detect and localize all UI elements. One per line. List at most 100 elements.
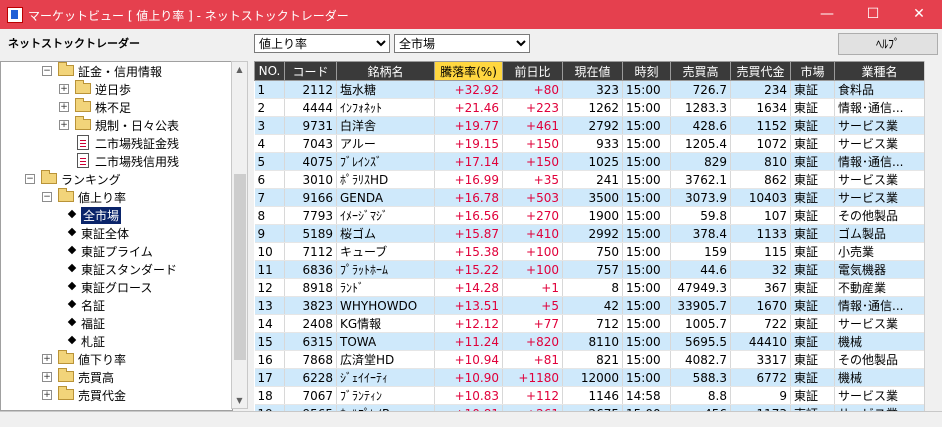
table-cell: 18 — [254, 386, 285, 405]
table-row[interactable]: 11 6836 ﾌﾟﾗｯﾄﾎｰﾑ +15.22 +100 757 15:00 44.6 32 東証… — [254, 260, 924, 279]
column-header[interactable]: 時刻 — [622, 61, 671, 81]
table-row[interactable]: 2 4444 ｲﾝﾌｫﾈｯﾄ +21.46 +223 1262 15:00 1283.3 163… — [254, 98, 924, 117]
tree-item[interactable]: 全市場 — [1, 206, 232, 224]
tree-item[interactable]: 東証全体 — [1, 224, 232, 242]
column-header[interactable]: 銘柄名 — [336, 61, 435, 81]
tree-item[interactable]: 東証グロース — [1, 278, 232, 296]
table-cell: 東証 — [790, 188, 835, 207]
table-cell: 367 — [730, 278, 791, 297]
table-row[interactable]: 1 2112 塩水糖 +32.92 +80 323 15:00 726.7 234 東証 食料品 — [254, 80, 924, 99]
table-cell: +10.94 — [434, 350, 503, 369]
tree-item[interactable]: + 株不足 — [1, 98, 232, 116]
table-row[interactable]: 14 2408 KG情報 +12.12 +77 712 15:00 1005.7 722 東証 サー… — [254, 314, 924, 333]
table-row[interactable]: 9 5189 桜ゴム +15.87 +410 2992 15:00 378.4 1133 東証 ゴム… — [254, 224, 924, 243]
tree-scrollbar[interactable]: ▲ ▼ — [231, 61, 248, 409]
column-header[interactable]: 業種名 — [834, 61, 924, 81]
table-cell: サービス業 — [834, 188, 924, 207]
tree-item[interactable]: 札証 — [1, 332, 232, 350]
expand-icon[interactable]: + — [59, 102, 69, 112]
tree-item-label: 東証プライム — [81, 245, 153, 259]
table-row[interactable]: 10 7112 キューブ +15.38 +100 750 15:00 159 115 東証 小売業 — [254, 242, 924, 261]
column-header[interactable]: 騰落率(%) — [434, 61, 503, 81]
table-row[interactable]: 12 8918 ﾗﾝﾄﾞ +14.28 +1 8 15:00 47949.3 367 東証 不動産業 — [254, 278, 924, 297]
tree-item[interactable]: + 規制・日々公表 — [1, 116, 232, 134]
table-cell: ﾗﾝﾄﾞ — [336, 278, 435, 297]
table-row[interactable]: 8 7793 ｲﾒｰｼﾞﾏｼﾞ +16.56 +270 1900 15:00 59.8 107 東… — [254, 206, 924, 225]
table-cell: 821 — [562, 350, 623, 369]
column-header[interactable]: 売買高 — [670, 61, 731, 81]
table-cell: 9 — [730, 386, 791, 405]
table-cell: 15:00 — [622, 206, 671, 225]
collapse-icon[interactable]: − — [25, 174, 35, 184]
tree-item[interactable]: + 売買代金 — [1, 386, 232, 404]
column-header[interactable]: 売買代金 — [730, 61, 791, 81]
tree-item[interactable]: 東証プライム — [1, 242, 232, 260]
column-header[interactable]: 前日比 — [502, 61, 563, 81]
table-cell: 933 — [562, 134, 623, 153]
expand-icon[interactable]: + — [59, 84, 69, 94]
tree-item[interactable]: 二市場残信用残 — [1, 152, 232, 170]
scroll-up-icon[interactable]: ▲ — [232, 62, 247, 77]
table-row[interactable]: 13 3823 WHYHOWDO +13.51 +5 42 15:00 33905.7 1670… — [254, 296, 924, 315]
table-row[interactable]: 15 6315 TOWA +11.24 +820 8110 15:00 5695.5 44410… — [254, 332, 924, 351]
table-row[interactable]: 5 4075 ﾌﾞﾚｲﾝｽﾞ +17.14 +150 1025 15:00 829 810 東証情… — [254, 152, 924, 171]
table-cell: 1900 — [562, 206, 623, 225]
table-row[interactable]: 16 7868 広済堂HD +10.94 +81 821 15:00 4082.7 3317 東証… — [254, 350, 924, 369]
tree-item[interactable]: − 値上り率 — [1, 188, 232, 206]
help-button[interactable]: ﾍﾙﾌﾟ — [838, 33, 938, 55]
tree-item[interactable]: + 売買高 — [1, 368, 232, 386]
column-header[interactable]: NO. — [254, 61, 285, 81]
table-cell: +10.83 — [434, 386, 503, 405]
tree-item[interactable]: − ランキング — [1, 170, 232, 188]
tree-item-label: 名証 — [81, 299, 106, 313]
tree-item[interactable]: 東証スタンダード — [1, 260, 232, 278]
ranking-type-select[interactable]: 値上り率 — [254, 34, 390, 53]
expand-icon[interactable]: + — [42, 354, 52, 364]
table-cell: 1005.7 — [670, 314, 731, 333]
collapse-icon[interactable]: − — [42, 192, 52, 202]
table-row[interactable]: 3 9731 白洋舎 +19.77 +461 2792 15:00 428.6 1152 東証 サー… — [254, 116, 924, 135]
table-cell: +112 — [502, 386, 563, 405]
table-row[interactable]: 6 3010 ﾎﾟﾗﾘｽHD +16.99 +35 241 15:00 3762.1 862 東証… — [254, 170, 924, 189]
table-cell: +1 — [502, 278, 563, 297]
minimize-button[interactable]: — — [804, 0, 850, 29]
market-select[interactable]: 全市場 — [394, 34, 530, 53]
table-row[interactable]: 18 7067 ﾌﾞﾗﾝﾃｨﾝ +10.83 +112 1146 14:58 8.8 9 東証 サー… — [254, 386, 924, 405]
tree-item[interactable]: 二市場残証金残 — [1, 134, 232, 152]
column-header[interactable]: コード — [284, 61, 337, 81]
table-cell: KG情報 — [336, 314, 435, 333]
scroll-thumb[interactable] — [234, 174, 246, 360]
table-row[interactable]: 7 9166 GENDA +16.78 +503 3500 15:00 3073.9 10403… — [254, 188, 924, 207]
expand-icon[interactable]: + — [42, 372, 52, 382]
expand-icon[interactable]: + — [59, 120, 69, 130]
table-cell: 1670 — [730, 296, 791, 315]
close-button[interactable]: ✕ — [896, 0, 942, 29]
table-cell: 3 — [254, 116, 285, 135]
scroll-down-icon[interactable]: ▼ — [232, 393, 247, 408]
tree-item-label: 札証 — [81, 335, 106, 349]
table-cell: 東証 — [790, 134, 835, 153]
tree-item-label: ランキング — [61, 173, 121, 187]
table-cell: +13.51 — [434, 296, 503, 315]
table-row[interactable]: 17 6228 ｼﾞｪｲｲｰﾃｨ +10.90 +1180 12000 15:00 588.3… — [254, 368, 924, 387]
table-row[interactable]: 4 7043 アルー +19.15 +150 933 15:00 1205.4 1072 東証 サー… — [254, 134, 924, 153]
table-cell: WHYHOWDO — [336, 296, 435, 315]
table-cell: 428.6 — [670, 116, 731, 135]
table-cell: +820 — [502, 332, 563, 351]
tree-item[interactable]: − 証金・信用情報 — [1, 62, 232, 80]
collapse-icon[interactable]: − — [42, 66, 52, 76]
expand-icon[interactable]: + — [42, 390, 52, 400]
maximize-button[interactable]: ☐ — [850, 0, 896, 29]
table-cell: +80 — [502, 80, 563, 99]
window-title: マーケットビュー [ 値上り率 ] - ネットストックトレーダー — [28, 9, 349, 23]
tree-item[interactable]: 名証 — [1, 296, 232, 314]
table-cell: 機械 — [834, 368, 924, 387]
table-cell: 2112 — [284, 80, 337, 99]
table-cell: 機械 — [834, 332, 924, 351]
column-header[interactable]: 現在値 — [562, 61, 623, 81]
tree-item[interactable]: + 値下り率 — [1, 350, 232, 368]
table-scrollbar[interactable] — [924, 61, 942, 411]
column-header[interactable]: 市場 — [790, 61, 835, 81]
tree-item[interactable]: + 逆日歩 — [1, 80, 232, 98]
tree-item[interactable]: 福証 — [1, 314, 232, 332]
